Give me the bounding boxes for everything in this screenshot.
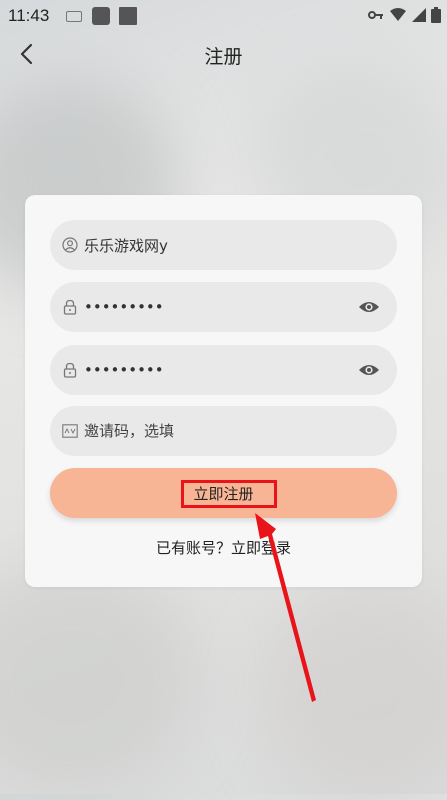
status-icons xyxy=(368,7,441,23)
page-title: 注册 xyxy=(204,46,243,68)
invite-code-field[interactable] xyxy=(50,406,397,456)
login-link[interactable]: 已有账号？立即登录 xyxy=(25,537,422,558)
signal-icon xyxy=(412,8,426,22)
keyboard-icon xyxy=(66,11,82,22)
lock-icon xyxy=(62,362,78,378)
register-card: 立即注册 已有账号？立即登录 xyxy=(25,195,422,587)
username-field[interactable] xyxy=(50,220,397,270)
status-time: 11:43 xyxy=(8,6,50,25)
confirm-password-field[interactable] xyxy=(50,345,397,395)
password-input[interactable] xyxy=(84,298,357,316)
confirm-password-input[interactable] xyxy=(84,361,357,379)
wifi-icon xyxy=(390,8,406,21)
highlight-box xyxy=(181,480,277,508)
notification-icon xyxy=(92,7,110,25)
captcha-icon xyxy=(62,423,78,439)
status-bar: 11:43 xyxy=(0,0,447,32)
password-field[interactable] xyxy=(50,282,397,332)
battery-icon xyxy=(431,7,441,23)
invite-code-input[interactable] xyxy=(84,422,397,440)
top-bar: 注册 xyxy=(0,32,447,76)
eye-icon[interactable] xyxy=(357,358,381,382)
notification-icon xyxy=(119,7,137,25)
username-input[interactable] xyxy=(84,236,397,254)
vpn-key-icon xyxy=(368,11,383,19)
user-icon xyxy=(62,237,78,253)
lock-icon xyxy=(62,299,78,315)
eye-icon[interactable] xyxy=(357,295,381,319)
